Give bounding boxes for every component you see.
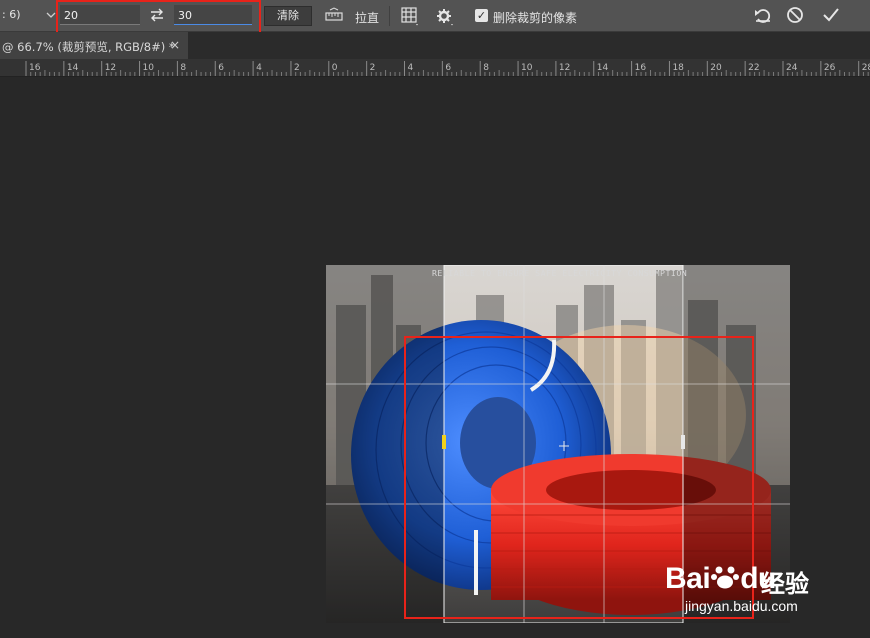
ruler-label: 26 xyxy=(824,63,836,73)
document-tab-bar: @ 66.7% (裁剪预览, RGB/8#) * × xyxy=(0,32,870,60)
ruler-label: 6 xyxy=(218,63,224,73)
ruler-label: 14 xyxy=(67,63,79,73)
horizontal-ruler: 1614121086420246810121416182022242628 xyxy=(0,59,870,77)
ruler-label: 24 xyxy=(786,63,798,73)
ruler-label: 10 xyxy=(143,63,155,73)
clear-button[interactable]: 清除 xyxy=(264,6,312,26)
divider xyxy=(389,6,390,26)
paw-icon xyxy=(711,566,740,589)
watermark-product: 经验 xyxy=(761,570,809,598)
ruler-label: 28 xyxy=(862,63,870,73)
ruler-label: 4 xyxy=(408,63,414,73)
cancel-icon[interactable] xyxy=(784,4,806,26)
grid-overlay-icon[interactable] xyxy=(400,6,420,26)
ruler-label: 2 xyxy=(294,63,300,73)
ruler-label: 16 xyxy=(29,63,41,73)
ruler-label: 0 xyxy=(332,63,338,73)
ruler-label: 4 xyxy=(256,63,262,73)
ruler-label: 12 xyxy=(105,63,116,73)
ruler-label: 6 xyxy=(445,63,451,73)
gear-icon[interactable] xyxy=(434,6,454,26)
watermark-brand: Bai du xyxy=(665,562,776,595)
watermark-url: jingyan.baidu.com xyxy=(685,598,798,614)
swap-icon[interactable] xyxy=(148,6,166,24)
close-icon[interactable]: × xyxy=(170,38,180,52)
ruler-label: 2 xyxy=(370,63,376,73)
baidu-jingyan-watermark: Bai du 经验 jingyan.baidu.com xyxy=(665,560,865,620)
ruler-label: 22 xyxy=(748,63,759,73)
ruler-label: 10 xyxy=(521,63,533,73)
ruler-label: 14 xyxy=(597,63,609,73)
ruler-label: 16 xyxy=(635,63,647,73)
ruler-label: 18 xyxy=(672,63,684,73)
ruler-label: 8 xyxy=(483,63,489,73)
ruler-label: 12 xyxy=(559,63,570,73)
document-tab-title: @ 66.7% (裁剪预览, RGB/8#) * xyxy=(2,40,175,54)
ratio-preset-dropdown[interactable]: : 6) xyxy=(0,5,58,25)
straighten-label[interactable]: 拉直 xyxy=(355,9,379,26)
reset-icon[interactable] xyxy=(752,4,774,26)
straighten-icon[interactable] xyxy=(324,7,344,23)
chevron-down-icon xyxy=(46,12,56,18)
document-tab[interactable]: @ 66.7% (裁剪预览, RGB/8#) * × xyxy=(0,32,188,59)
ruler-label: 20 xyxy=(710,63,722,73)
delete-cropped-label[interactable]: 删除裁剪的像素 xyxy=(493,9,577,26)
ruler-label: 8 xyxy=(180,63,186,73)
ratio-preset-value: : 6) xyxy=(2,8,21,21)
commit-check-icon[interactable] xyxy=(820,4,842,26)
height-ratio-input[interactable]: 30 xyxy=(174,5,252,25)
ruler-ticks: 1614121086420246810121416182022242628 xyxy=(25,61,870,76)
options-bar: : 6) 20 30 清除 拉直 ✓ 删除裁剪的像素 xyxy=(0,0,870,32)
banner-text: RELIABLE TO ENSURE SAFE ELECTRICITY CONS… xyxy=(432,268,688,278)
width-ratio-input[interactable]: 20 xyxy=(60,5,140,25)
delete-cropped-checkbox[interactable]: ✓ xyxy=(475,9,488,22)
